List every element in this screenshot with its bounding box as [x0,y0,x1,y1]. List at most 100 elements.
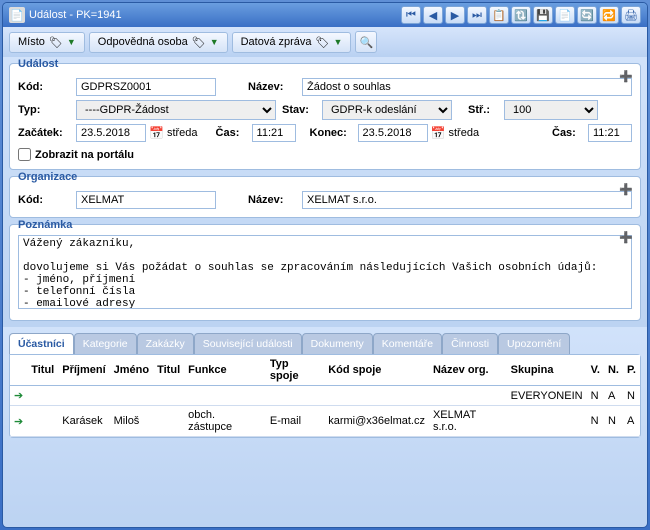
col-header[interactable]: Typ spoje [266,355,324,386]
table-cell: Karásek [58,406,109,437]
zacatek-time[interactable] [252,124,296,142]
nav-import-icon[interactable]: 🔁 [599,6,619,24]
chevron-down-icon: 🏷 [192,36,206,49]
table-cell: A [623,406,640,437]
str-label: Stř.: [468,104,498,116]
table-cell: Miloš [110,406,153,437]
nav-delete-icon[interactable]: 📄 [555,6,575,24]
col-header[interactable]: Skupina [507,355,587,386]
col-header[interactable]: Kód spoje [324,355,429,386]
nav-print-icon[interactable]: 🖨 [621,6,641,24]
table-body: ➔EVERYONEINNAN➔ KarásekMiloš obch. zástupc… [10,386,640,437]
dropdown-icon: ▼ [210,37,219,47]
nav-last[interactable]: ⏭ [467,6,487,24]
nav-prev[interactable]: ◀ [423,6,443,24]
misto-label: Místo [18,36,45,48]
col-header[interactable]: Titul [153,355,184,386]
col-header[interactable] [10,355,27,386]
osoba-button[interactable]: Odpovědná osoba🏷▼ [89,32,228,53]
nazev-input[interactable] [302,78,632,96]
konec-label: Konec: [310,127,352,139]
table-cell [58,386,109,406]
tab-7[interactable]: Upozornění [498,333,570,354]
typ-select[interactable]: ----GDPR-Žádost [76,100,276,120]
panel-add-icon[interactable]: ➕ [618,68,634,84]
tab-6[interactable]: Činnosti [442,333,498,354]
org-nazev-input[interactable] [302,191,632,209]
table-row[interactable]: ➔EVERYONEINNAN [10,386,640,406]
table-cell: obch. zástupce [184,406,266,437]
tab-4[interactable]: Dokumenty [302,333,373,354]
zacatek-date[interactable] [76,124,146,142]
note-panel-title: Poznámka [18,219,632,231]
toolbar-extra-icon[interactable]: 🔍 [355,31,377,53]
table-cell [153,386,184,406]
nav-next[interactable]: ▶ [445,6,465,24]
table-cell [184,386,266,406]
zprava-label: Datová zpráva [241,36,312,48]
calendar-icon[interactable]: 📅 [149,126,164,140]
konec-date[interactable] [358,124,428,142]
note-panel: Poznámka ➕ [9,224,641,321]
table-cell [324,386,429,406]
app-icon: 📄 [9,7,25,23]
org-kod-label: Kód: [18,194,70,206]
note-textarea[interactable] [18,235,632,309]
titlebar-toolbar: ⏮ ◀ ▶ ⏭ 📋 🔃 💾 📄 🔄 🔁 🖨 [401,6,641,24]
participants-table: TitulPříjmeníJménoTitulFunkceTyp spojeKó… [10,355,640,437]
table-cell: ➔ [10,406,27,437]
table-cell [507,406,587,437]
tab-5[interactable]: Komentáře [373,333,442,354]
org-nazev-label: Název: [248,194,296,206]
col-header[interactable]: Jméno [110,355,153,386]
tab-2[interactable]: Zakázky [137,333,194,354]
kod-label: Kód: [18,81,70,93]
table-cell: N [587,386,604,406]
tabs: ÚčastníciKategorieZakázkySouvisející udá… [9,333,641,354]
col-header[interactable]: Titul [27,355,58,386]
col-header[interactable]: Příjmení [58,355,109,386]
col-header[interactable]: N. [604,355,623,386]
dropdown-icon: ▼ [334,37,343,47]
org-kod-input[interactable] [76,191,216,209]
cas2-label: Čas: [552,127,582,139]
stav-select[interactable]: GDPR-k odeslání [322,100,452,120]
col-header[interactable]: V. [587,355,604,386]
panel-add-icon[interactable]: ➕ [618,229,634,245]
chevron-down-icon: 🏷 [316,36,330,49]
calendar-icon[interactable]: 📅 [431,126,446,140]
str-select[interactable]: 100 [504,100,598,120]
nav-first[interactable]: ⏮ [401,6,421,24]
portal-checkbox[interactable] [18,148,31,161]
nav-export-icon[interactable]: 🔄 [577,6,597,24]
col-header[interactable]: Funkce [184,355,266,386]
table-cell [266,386,324,406]
panel-add-icon[interactable]: ➕ [618,181,634,197]
table-row[interactable]: ➔KarásekMilošobch. zástupceE-mailkarmi@x… [10,406,640,437]
nav-list-icon[interactable]: 📋 [489,6,509,24]
event-panel: Událost ➕ Kód: Název: Typ: ----GDPR-Žádo… [9,63,641,170]
col-header[interactable]: P. [623,355,640,386]
tab-3[interactable]: Související události [194,333,302,354]
kod-input[interactable] [76,78,216,96]
col-header[interactable]: Název org. [429,355,507,386]
table-cell [27,406,58,437]
zacatek-day: středa [167,127,198,139]
zprava-button[interactable]: Datová zpráva 🏷 ▼ [232,32,352,53]
toolbar: Místo🏷▼ Odpovědná osoba🏷▼ Datová zpráva🏷… [3,27,647,57]
cas-label: Čas: [216,127,246,139]
tab-0[interactable]: Účastníci [9,333,74,354]
table-header-row: TitulPříjmeníJménoTitulFunkceTyp spojeKó… [10,355,640,386]
table-cell [429,386,507,406]
tab-1[interactable]: Kategorie [74,333,137,354]
typ-label: Typ: [18,104,70,116]
nazev-label: Název: [248,81,296,93]
tab-area: ÚčastníciKategorieZakázkySouvisející udá… [3,327,647,527]
titlebar: 📄 Událost - PK=1941 ⏮ ◀ ▶ ⏭ 📋 🔃 💾 📄 🔄 🔁 … [3,3,647,27]
nav-save-icon[interactable]: 💾 [533,6,553,24]
misto-button[interactable]: Místo🏷▼ [9,32,85,53]
event-panel-title: Událost [18,58,632,70]
nav-refresh-icon[interactable]: 🔃 [511,6,531,24]
table-cell: EVERYONEIN [507,386,587,406]
konec-time[interactable] [588,124,632,142]
